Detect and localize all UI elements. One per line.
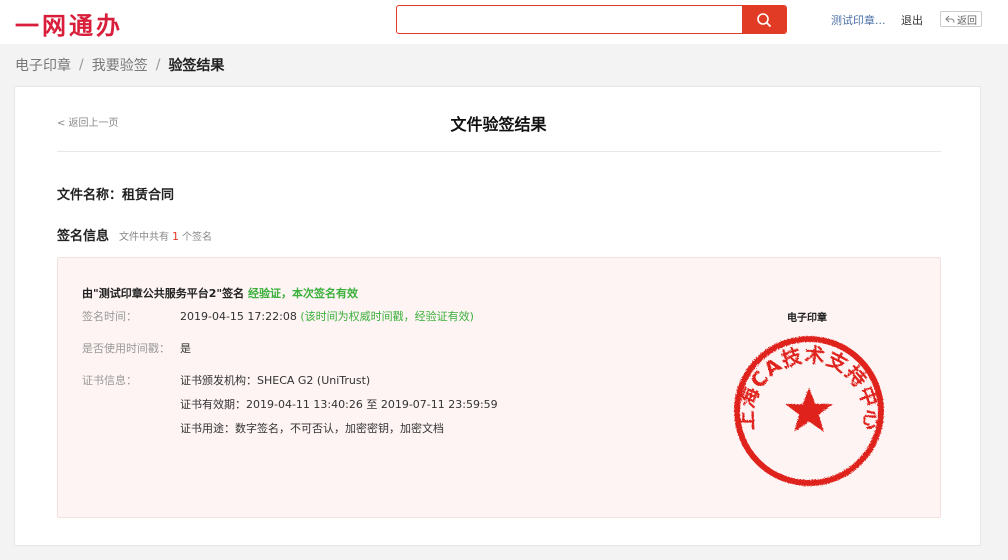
sign-time-text: 2019-04-15 17:22:08 xyxy=(180,310,297,323)
timestamp-label: 是否使用时间戳： xyxy=(82,342,170,355)
breadcrumb: 电子印章 / 我要验签 / 验签结果 xyxy=(15,55,224,75)
search-icon xyxy=(757,12,771,27)
breadcrumb-item-seal[interactable]: 电子印章 xyxy=(15,55,71,75)
signature-info-label: 签名信息 xyxy=(57,229,110,244)
breadcrumb-item-verify[interactable]: 我要验签 xyxy=(92,55,148,75)
search-box xyxy=(396,5,787,34)
back-button[interactable]: 返回 xyxy=(940,11,982,27)
seal-caption: 电子印章 xyxy=(787,313,827,324)
cert-info-label: 证书信息： xyxy=(82,374,137,387)
sign-time-label: 签名时间： xyxy=(82,310,137,323)
signature-count-text: 文件中共有 1 个签名 xyxy=(119,228,212,243)
site-logo[interactable]: 一网通办 xyxy=(15,6,123,41)
cert-validity: 证书有效期：2019-04-11 13:40:26 至 2019-07-11 2… xyxy=(180,398,498,411)
back-arrow-icon xyxy=(945,15,955,23)
electronic-seal-icon: 上海CA技术支持中心 xyxy=(734,336,884,486)
signature-status: 由"测试印章公共服务平台2"签名 经验证，本次签名有效 xyxy=(82,285,358,301)
file-name: 文件名称：租赁合同 xyxy=(57,188,175,203)
breadcrumb-separator: / xyxy=(155,57,161,73)
cert-issuer: 证书颁发机构：SHECA G2 (UniTrust) xyxy=(180,374,371,387)
sign-time-note: (该时间为权威时间戳，经验证有效) xyxy=(300,310,474,323)
top-bar: 一网通办 测试印章... 退出 返回 xyxy=(0,0,1008,44)
logout-link[interactable]: 退出 xyxy=(901,12,923,28)
user-name-link[interactable]: 测试印章... xyxy=(831,12,886,28)
signature-count: 1 xyxy=(172,230,180,243)
signature-count-prefix: 文件中共有 xyxy=(119,232,170,243)
result-card: < 返回上一页 文件验签结果 文件名称：租赁合同 签名信息 文件中共有 1 个签名 … xyxy=(14,86,981,546)
valid-status: 经验证，本次签名有效 xyxy=(247,287,358,300)
search-button[interactable] xyxy=(742,6,786,33)
back-button-label: 返回 xyxy=(957,15,977,27)
breadcrumb-item-result: 验签结果 xyxy=(168,58,225,74)
signature-info-header: 签名信息 文件中共有 1 个签名 xyxy=(57,225,212,244)
signer-text: 由"测试印章公共服务平台2"签名 xyxy=(82,287,245,300)
timestamp-value: 是 xyxy=(180,342,191,355)
signature-count-suffix: 个签名 xyxy=(182,232,213,243)
divider xyxy=(57,151,941,152)
signature-detail-box: 由"测试印章公共服务平台2"签名 经验证，本次签名有效 签名时间： 2019-0… xyxy=(57,257,941,518)
page-title: 文件验签结果 xyxy=(450,115,547,134)
cert-usage: 证书用途：数字签名，不可否认，加密密钥，加密文档 xyxy=(180,422,444,435)
breadcrumb-separator: / xyxy=(79,57,84,73)
search-input[interactable] xyxy=(397,6,743,33)
sign-time-value: 2019-04-15 17:22:08 (该时间为权威时间戳，经验证有效) xyxy=(180,308,474,324)
